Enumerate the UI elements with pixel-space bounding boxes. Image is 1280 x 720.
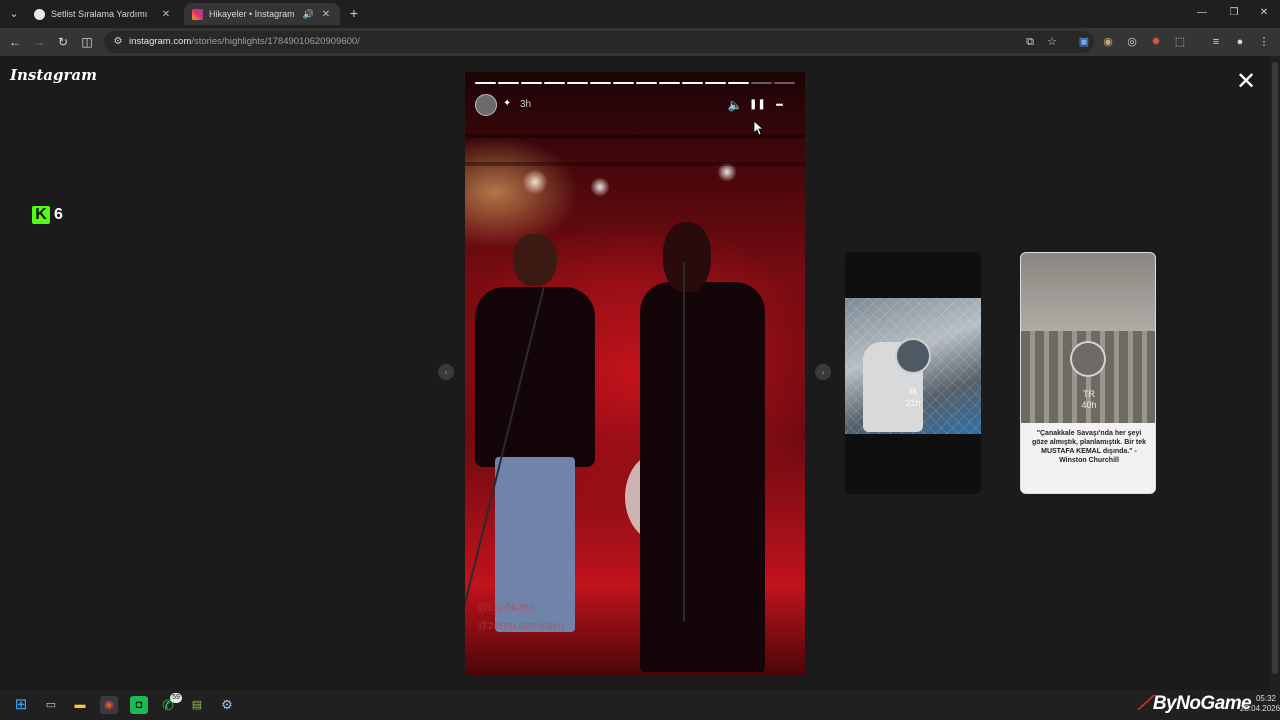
story-time: 3h <box>520 99 532 110</box>
progress-segment <box>521 82 542 84</box>
progress-segment <box>774 82 795 84</box>
reload-icon[interactable]: ↻ <box>54 33 72 51</box>
progress-segment <box>636 82 657 84</box>
instagram-stories-viewer: Instagram ✕ K 6 ‹ › ✦ 3h 🔈 ❚❚ ••• @canfi… <box>0 56 1280 690</box>
bynogame-watermark: ⟋ ByNoGame <box>1138 693 1252 714</box>
preview-name: ilk <box>908 386 918 396</box>
preview-photo <box>1021 253 1155 331</box>
clock-time: 05:32 <box>1255 694 1276 703</box>
progress-segment <box>682 82 703 84</box>
progress-segment <box>705 82 726 84</box>
site-info-icon[interactable]: ⚙ <box>112 36 124 48</box>
chrome-icon[interactable]: ◉ <box>100 696 118 714</box>
kick-widget: K 6 <box>32 206 63 224</box>
preview-time: 40h <box>1081 400 1097 410</box>
profile-avatar-icon[interactable]: ● <box>1232 34 1248 50</box>
browser-toolbar: ← → ↻ ◫ ⚙ instagram.com/stories/highligh… <box>0 28 1280 56</box>
extensions-puzzle-icon[interactable]: ⬚ <box>1172 34 1188 50</box>
story-avatar[interactable] <box>475 94 497 116</box>
progress-segment <box>567 82 588 84</box>
notepad-icon[interactable]: ▤ <box>188 696 206 714</box>
forward-arrow-icon[interactable]: → <box>30 33 48 51</box>
singer-right-head <box>663 222 711 292</box>
minimize-button[interactable]: — <box>1192 5 1212 21</box>
extension-circle-icon[interactable]: ◎ <box>1124 34 1140 50</box>
watermark-handle: @canfikitfte <box>477 602 535 614</box>
task-view-icon[interactable]: ▭ <box>42 696 60 714</box>
settings-gear-icon[interactable]: ⚙ <box>218 696 236 714</box>
windows-start-icon[interactable]: ⊞ <box>12 696 30 714</box>
speaker-icon[interactable]: 🔊 <box>303 9 314 20</box>
tab-search-icon[interactable]: ⌄ <box>6 6 22 22</box>
side-panel-icon[interactable]: ◫ <box>78 33 96 51</box>
kick-count: 6 <box>54 206 63 223</box>
stage-truss <box>465 162 805 166</box>
scrollbar-thumb[interactable] <box>1272 62 1278 674</box>
new-tab-button[interactable]: + <box>346 5 362 21</box>
url-text[interactable]: instagram.com/stories/highlights/1784901… <box>129 36 360 47</box>
media-control-icon[interactable]: ≡ <box>1208 34 1224 50</box>
highlight-icon: ✦ <box>503 98 512 109</box>
extension-icon[interactable]: ◉ <box>1100 34 1116 50</box>
progress-segment <box>475 82 496 84</box>
progress-segment <box>544 82 565 84</box>
clock-date: 28.04.2026 <box>1240 704 1280 713</box>
instagram-favicon-icon <box>192 8 203 20</box>
singer-right-body <box>640 282 765 672</box>
window-close-button[interactable]: ✕ <box>1254 5 1274 21</box>
previous-story-button[interactable]: ‹ <box>438 364 454 380</box>
next-story-preview[interactable]: ilk 21h <box>845 252 981 494</box>
install-app-icon[interactable]: ⧉ <box>1022 34 1038 50</box>
mic-stand <box>683 262 685 622</box>
story-video[interactable]: ✦ 3h 🔈 ❚❚ ••• @canfikitfte @zehra.demird… <box>465 72 805 676</box>
pause-button[interactable]: ❚❚ <box>749 97 766 113</box>
bynogame-logo-icon: ⟋ <box>1138 693 1151 714</box>
tab-instagram[interactable]: Hikayeler • Instagram 🔊 ✕ <box>184 3 340 25</box>
tab-setlist[interactable]: Setlist Sıralama Yardımı ✕ <box>26 3 180 25</box>
tab-title: Hikayeler • Instagram <box>209 9 295 19</box>
translate-extension-icon[interactable]: ▣ <box>1076 34 1092 50</box>
tab-strip: ⌄ Setlist Sıralama Yardımı ✕ Hikayeler •… <box>0 0 1280 28</box>
preview-avatar <box>895 338 931 374</box>
extension-red-icon[interactable]: ✸ <box>1148 34 1164 50</box>
preview-time: 21h <box>905 398 921 408</box>
preview-quote: "Çanakkale Savaşı'nda her şeyi göze almı… <box>1032 430 1146 464</box>
chatgpt-favicon-icon <box>34 8 45 20</box>
menu-kebab-icon[interactable]: ⋮ <box>1256 34 1272 50</box>
progress-segment <box>590 82 611 84</box>
watermark-handle: @zehra.demirdvn <box>477 620 564 632</box>
file-explorer-icon[interactable]: ▬ <box>71 696 89 714</box>
more-options-button[interactable]: ••• <box>771 97 787 113</box>
story-header: ✦ 3h 🔈 ❚❚ ••• <box>475 94 795 116</box>
next-story-button[interactable]: › <box>815 364 831 380</box>
close-stories-button[interactable]: ✕ <box>1234 70 1258 94</box>
tab-title: Setlist Sıralama Yardımı <box>51 9 148 19</box>
next-story-preview[interactable]: TR 40h "Çanakkale Savaşı'nda her şeyi gö… <box>1020 252 1156 494</box>
preview-name: TR <box>1083 389 1095 399</box>
maximize-button[interactable]: ❐ <box>1224 5 1244 21</box>
progress-segment <box>659 82 680 84</box>
progress-segment <box>613 82 634 84</box>
back-arrow-icon[interactable]: ← <box>6 33 24 51</box>
progress-segment <box>728 82 749 84</box>
mute-button[interactable]: 🔈 <box>727 97 743 113</box>
kick-icon: K <box>32 206 50 224</box>
whatsapp-badge: 59 <box>170 693 182 703</box>
mouse-cursor-icon <box>754 121 764 135</box>
progress-segment <box>751 82 772 84</box>
windows-taskbar: ⊞ ▭ ▬ ◉ ◘ ✆ 59 ▤ ⚙ ⟋ ByNoGame 05:32 28.04… <box>0 690 1280 720</box>
app-green-icon[interactable]: ◘ <box>130 696 148 714</box>
system-clock[interactable]: 05:32 28.04.2026 <box>1240 694 1280 714</box>
progress-segment <box>498 82 519 84</box>
address-bar[interactable]: ⚙ instagram.com/stories/highlights/17849… <box>104 31 1094 53</box>
tab-close-icon[interactable]: ✕ <box>160 9 172 20</box>
bookmark-star-icon[interactable]: ☆ <box>1044 34 1060 50</box>
tab-close-icon[interactable]: ✕ <box>320 9 332 20</box>
story-progress-bar <box>475 82 795 84</box>
instagram-logo[interactable]: Instagram <box>10 66 97 84</box>
preview-avatar <box>1070 341 1106 377</box>
page-scrollbar[interactable] <box>1270 56 1280 690</box>
singer-left-head <box>513 234 557 286</box>
